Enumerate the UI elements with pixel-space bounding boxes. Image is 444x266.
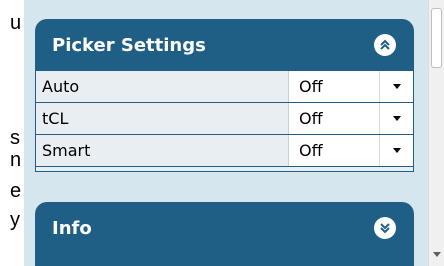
setting-label: Auto bbox=[36, 71, 289, 102]
scroll-down-arrow-icon[interactable] bbox=[433, 252, 441, 257]
picker-settings-title: Picker Settings bbox=[52, 34, 206, 56]
settings-grid: Auto Off tCL Off Smart Off bbox=[35, 71, 414, 172]
text-fragment: s bbox=[10, 127, 20, 149]
info-header[interactable]: Info bbox=[35, 202, 414, 254]
dropdown-arrow-icon[interactable] bbox=[379, 103, 413, 134]
text-fragment: y bbox=[10, 209, 20, 231]
background-text-fragment: u s n e y bbox=[0, 0, 24, 266]
text-fragment: e bbox=[10, 180, 22, 202]
dropdown-arrow-icon[interactable] bbox=[379, 71, 413, 102]
select-value: Off bbox=[299, 141, 323, 160]
setting-row-tcl: tCL Off bbox=[36, 103, 413, 134]
dropdown-arrow-icon[interactable] bbox=[379, 135, 413, 166]
picker-settings-panel: Picker Settings Auto Off tCL Off Smart O… bbox=[35, 19, 414, 172]
picker-settings-header[interactable]: Picker Settings bbox=[35, 19, 414, 71]
auto-select[interactable]: Off bbox=[289, 71, 413, 102]
select-value: Off bbox=[299, 77, 323, 96]
expand-icon[interactable] bbox=[374, 217, 396, 239]
text-fragment: n bbox=[10, 149, 22, 171]
setting-label: Smart bbox=[36, 135, 289, 166]
grid-overflow-edge bbox=[36, 167, 413, 171]
tcl-select[interactable]: Off bbox=[289, 103, 413, 134]
setting-label: tCL bbox=[36, 103, 289, 134]
info-panel: Info bbox=[35, 202, 414, 266]
text-fragment: u bbox=[10, 12, 22, 34]
collapse-icon[interactable] bbox=[374, 34, 396, 56]
info-title: Info bbox=[52, 217, 92, 239]
setting-row-auto: Auto Off bbox=[36, 71, 413, 102]
select-value: Off bbox=[299, 109, 323, 128]
scrollbar-thumb[interactable] bbox=[431, 8, 442, 68]
setting-row-smart: Smart Off bbox=[36, 135, 413, 166]
vertical-scrollbar[interactable] bbox=[428, 0, 444, 266]
smart-select[interactable]: Off bbox=[289, 135, 413, 166]
settings-sidebar: Picker Settings Auto Off tCL Off Smart O… bbox=[24, 0, 428, 266]
